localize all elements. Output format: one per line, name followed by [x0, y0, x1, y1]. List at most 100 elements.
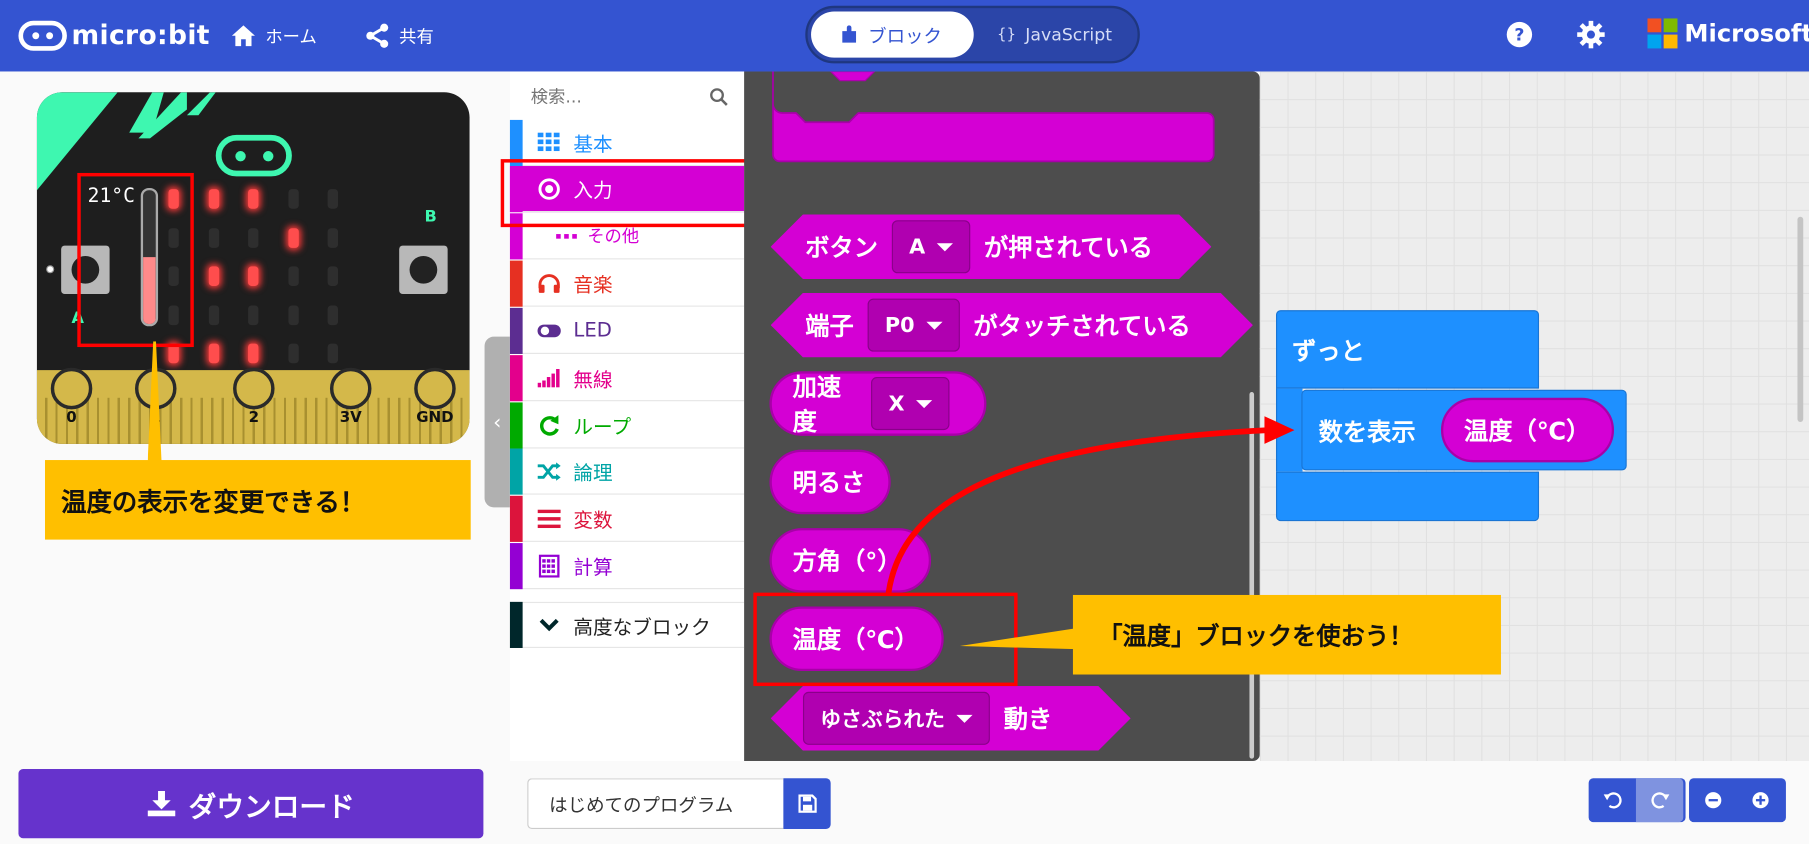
- right-callout: 「温度」ブロックを使おう！: [1072, 594, 1501, 675]
- button-b[interactable]: [399, 245, 448, 295]
- temperature-reporter-block[interactable]: 温度（℃）: [1440, 397, 1615, 463]
- category-color-bar: [509, 447, 523, 495]
- workspace-scrollbar[interactable]: [1797, 216, 1804, 423]
- shuffle-icon: [536, 458, 561, 483]
- save-button[interactable]: [783, 778, 831, 830]
- gesture-block[interactable]: ゆさぶられた 動き: [771, 686, 1131, 751]
- left-callout: 温度の表示を変更できる！: [44, 460, 471, 540]
- gear-icon: [1577, 20, 1605, 49]
- show-number-block[interactable]: 数を表示 温度（℃）: [1301, 389, 1627, 471]
- button-block-prefix: ボタン: [805, 234, 878, 262]
- toolbox-category-9[interactable]: 計算: [509, 542, 745, 590]
- collapse-simulator-button[interactable]: ‹: [484, 336, 510, 508]
- category-label: 計算: [573, 556, 613, 580]
- search-input[interactable]: [528, 83, 707, 111]
- led-1-3: [287, 227, 299, 248]
- toolbox-category-5[interactable]: 無線: [509, 354, 745, 402]
- microsoft-label: Microsoft: [1684, 19, 1809, 48]
- input-category-highlight-box: [500, 159, 752, 228]
- category-label: 音楽: [573, 274, 613, 298]
- pin-block-value: P0: [884, 313, 915, 338]
- gesture-block-dropdown[interactable]: ゆさぶられた: [803, 692, 990, 745]
- microsoft-logo[interactable]: Microsoft: [1647, 18, 1809, 49]
- led-3-1: [208, 304, 219, 325]
- toolbox-search: [510, 71, 744, 119]
- led-1-1: [208, 227, 219, 248]
- toolbox-category-7[interactable]: 論理: [509, 447, 745, 495]
- led-1-4: [327, 227, 339, 248]
- settings-button[interactable]: [1577, 20, 1605, 53]
- drag-arrow-annotation: [885, 416, 1295, 595]
- pin-block-dropdown[interactable]: P0: [868, 299, 960, 352]
- bottom-bar: ダウンロード: [0, 760, 1809, 844]
- category-color-bar: [509, 401, 523, 448]
- microbit-face-icon: [18, 20, 67, 51]
- button-pressed-block[interactable]: ボタン A が押されている: [771, 214, 1212, 279]
- category-color-bar: [509, 542, 523, 589]
- board-hole-left: [47, 266, 54, 273]
- svg-text:?: ?: [1514, 25, 1524, 45]
- help-button[interactable]: ?: [1506, 21, 1534, 53]
- microsoft-logo-icon: [1647, 18, 1678, 49]
- gesture-block-suffix: 動き: [1003, 705, 1053, 734]
- toolbox-category-3[interactable]: 音楽: [509, 260, 745, 307]
- loop-icon: [536, 412, 561, 437]
- category-color-bar: [509, 354, 523, 401]
- led-2-3: [287, 266, 299, 286]
- left-callout-text: 温度の表示を変更できる！: [61, 488, 366, 518]
- zoom-in-button[interactable]: [1736, 778, 1783, 822]
- led-2-4: [327, 266, 339, 286]
- tab-blocks[interactable]: ブロック: [811, 11, 974, 58]
- category-label: LED: [573, 318, 612, 342]
- category-color-bar: [509, 601, 523, 648]
- thermometer-highlight-box: [77, 172, 194, 348]
- save-icon: [797, 794, 817, 813]
- pin-label-gnd: GND: [416, 409, 454, 427]
- pin-2[interactable]: [233, 367, 275, 410]
- pin-touched-block[interactable]: 端子 P0 がタッチされている: [771, 293, 1253, 358]
- toolbox-category-10[interactable]: 高度なブロック: [509, 601, 745, 648]
- signal-icon: [536, 365, 561, 390]
- editor-toggle: ブロック {} JavaScript: [805, 5, 1140, 64]
- show-number-label: 数を表示: [1318, 418, 1416, 447]
- button-block-value: A: [909, 234, 926, 259]
- grid-icon: [536, 130, 561, 155]
- undo-redo-group: [1588, 778, 1686, 823]
- pin-gnd[interactable]: [414, 367, 456, 410]
- button-block-dropdown[interactable]: A: [892, 220, 970, 273]
- undo-icon: [1603, 792, 1622, 809]
- toolbox-category-8[interactable]: 変数: [509, 495, 745, 542]
- undo-button[interactable]: [1589, 778, 1636, 822]
- pin-block-prefix: 端子: [805, 312, 854, 341]
- led-2-2: [248, 266, 259, 286]
- chevron-left-icon: ‹: [493, 409, 502, 435]
- download-button[interactable]: ダウンロード: [18, 769, 484, 839]
- tab-javascript[interactable]: {} JavaScript: [974, 12, 1136, 58]
- category-color-bar: [509, 307, 523, 354]
- pin-3v[interactable]: [329, 367, 372, 410]
- microbit-logo[interactable]: micro:bit: [18, 15, 209, 57]
- puzzle-icon: [842, 25, 857, 43]
- zoom-out-button[interactable]: [1689, 778, 1736, 822]
- category-color-bar: [509, 260, 523, 307]
- logo-text: micro:bit: [71, 20, 210, 51]
- download-label: ダウンロード: [188, 790, 355, 823]
- led-3-2: [248, 304, 259, 325]
- redo-icon: [1650, 792, 1669, 809]
- chevron-down-icon: [536, 612, 561, 637]
- search-icon[interactable]: [710, 88, 728, 106]
- share-button[interactable]: 共有: [365, 21, 434, 51]
- led-4-3: [287, 343, 299, 364]
- pin-0[interactable]: [50, 367, 93, 410]
- toolbox-category-6[interactable]: ループ: [509, 401, 745, 449]
- category-label: 変数: [573, 509, 613, 533]
- led-2-1: [208, 266, 219, 286]
- tab-javascript-label: JavaScript: [1025, 24, 1113, 45]
- home-button[interactable]: ホーム: [231, 21, 317, 51]
- redo-button[interactable]: [1635, 778, 1684, 823]
- category-label: 高度なブロック: [573, 616, 711, 640]
- led-0-3: [287, 189, 299, 209]
- project-name-input[interactable]: [527, 778, 784, 830]
- toolbox-category-4[interactable]: LED: [509, 307, 745, 354]
- category-label: 基本: [573, 133, 613, 157]
